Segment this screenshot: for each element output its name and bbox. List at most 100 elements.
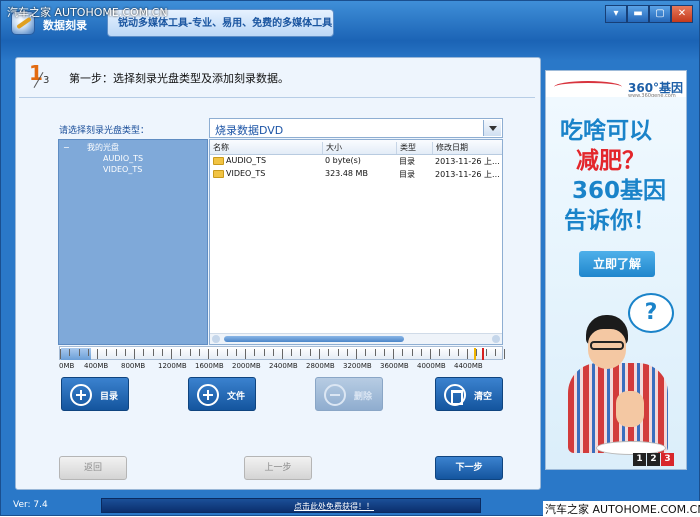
minimize-button[interactable]: ▬ xyxy=(627,5,649,23)
prev-step-button[interactable]: 上一步 xyxy=(244,456,312,480)
capacity-tick xyxy=(402,349,403,356)
folder-icon xyxy=(213,157,224,165)
tree-item-video-ts[interactable]: VIDEO_TS xyxy=(103,165,142,174)
capacity-tick xyxy=(486,349,487,356)
step-total: 3 xyxy=(43,75,50,86)
capacity-tick xyxy=(180,349,181,356)
scroll-left-icon[interactable] xyxy=(212,335,220,343)
column-header-date[interactable]: 修改日期 xyxy=(432,142,468,154)
capacity-tick xyxy=(162,349,163,356)
capacity-tick-label: 400MB xyxy=(84,362,109,370)
chevron-down-icon[interactable] xyxy=(483,120,501,136)
dna-wave-icon xyxy=(554,81,622,93)
capacity-tick-label: 2400MB xyxy=(269,362,298,370)
column-header-type[interactable]: 类型 xyxy=(396,142,416,154)
capacity-tick xyxy=(143,349,144,356)
capacity-fill xyxy=(61,348,91,360)
folder-icon xyxy=(213,170,224,178)
ad-page-1[interactable]: 1 xyxy=(633,453,646,466)
add-directory-button[interactable]: 目录 xyxy=(61,377,129,411)
step-separator xyxy=(19,97,535,98)
capacity-tick xyxy=(439,349,440,356)
add-file-label: 文件 xyxy=(227,392,246,402)
window-controls: ▾ ▬ ▢ ✕ xyxy=(605,5,693,23)
capacity-tick xyxy=(69,349,70,356)
column-header-size[interactable]: 大小 xyxy=(322,142,342,154)
main-window: 数据刻录 锐动多媒体工具-专业、易用、免费的多媒体工具 ▾ ▬ ▢ ✕ 汽车之家… xyxy=(0,0,700,517)
capacity-tick xyxy=(384,349,385,356)
capacity-gauge: 0MB 400MB 800MB 1200MB 1600MB 2000MB 2400MB 280… xyxy=(59,346,505,372)
watermark-top: 汽车之家 AUTOHOME.COM.CN xyxy=(7,6,168,19)
capacity-tick xyxy=(171,349,172,359)
capacity-tick xyxy=(328,349,329,356)
capacity-tick xyxy=(319,349,320,359)
capacity-tick xyxy=(79,349,80,356)
ad-page-2[interactable]: 2 xyxy=(647,453,660,466)
back-button[interactable]: 返回 xyxy=(59,456,127,480)
capacity-tick xyxy=(458,349,459,356)
horizontal-scrollbar[interactable] xyxy=(210,333,502,344)
ad-arm xyxy=(616,391,644,427)
scroll-right-icon[interactable] xyxy=(492,335,500,343)
file-size: 323.48 MB xyxy=(325,169,368,178)
capacity-limit-marker xyxy=(482,348,484,360)
close-button[interactable]: ✕ xyxy=(671,5,693,23)
ad-banner[interactable]: 360°基因 www.360gene.com 吃啥可以 减肥？ 360基因 告诉… xyxy=(545,70,687,470)
capacity-tick xyxy=(134,349,135,359)
ad-learn-more-button[interactable]: 立即了解 xyxy=(579,251,655,277)
capacity-tick xyxy=(153,349,154,356)
next-step-button[interactable]: 下一步 xyxy=(435,456,503,480)
capacity-track xyxy=(59,346,505,360)
capacity-tick-label: 4400MB xyxy=(454,362,483,370)
step-indicator: 1 3 xyxy=(29,61,57,91)
capacity-tick xyxy=(347,349,348,356)
capacity-tick xyxy=(245,349,246,359)
capacity-tick-label: 800MB xyxy=(121,362,146,370)
question-bubble-icon: ? xyxy=(628,293,674,333)
promo-bar[interactable]: 点击此处免费获得！！ xyxy=(101,498,481,513)
clear-button[interactable]: 清空 xyxy=(435,377,503,411)
capacity-tick xyxy=(236,349,237,356)
promo-link[interactable]: 点击此处免费获得！！ xyxy=(294,501,374,512)
capacity-tick xyxy=(393,349,394,359)
add-directory-label: 目录 xyxy=(100,392,119,402)
plus-icon xyxy=(70,384,92,406)
ad-glasses xyxy=(590,341,624,350)
step-instruction: 第一步：选择刻录光盘类型及添加刻录数据。 xyxy=(69,72,289,85)
capacity-tick xyxy=(476,349,477,356)
tree-collapse-icon[interactable]: − xyxy=(63,143,70,152)
table-row[interactable]: VIDEO_TS 323.48 MB 目录 2013-11-26 上... xyxy=(210,168,502,181)
maximize-button[interactable]: ▢ xyxy=(649,5,671,23)
tree-root-my-disc[interactable]: 我的光盘 xyxy=(87,142,119,153)
disc-type-select[interactable]: 烧录数据DVD xyxy=(209,118,503,138)
capacity-tick xyxy=(300,349,301,356)
capacity-tick xyxy=(365,349,366,356)
version-label: Ver: 7.4 xyxy=(13,500,48,510)
capacity-tick xyxy=(338,349,339,356)
capacity-tick-label: 2000MB xyxy=(232,362,261,370)
capacity-tick xyxy=(310,349,311,356)
capacity-tick-label: 2800MB xyxy=(306,362,335,370)
capacity-tick xyxy=(106,349,107,356)
table-row[interactable]: AUDIO_TS 0 byte(s) 目录 2013-11-26 上... xyxy=(210,155,502,168)
capacity-tick xyxy=(421,349,422,356)
capacity-tick xyxy=(356,349,357,359)
disc-tree[interactable]: − 我的光盘 AUDIO_TS VIDEO_TS xyxy=(58,139,208,345)
delete-button[interactable]: 删除 xyxy=(315,377,383,411)
ad-headline-3: 360基因 xyxy=(572,178,667,204)
clear-label: 清空 xyxy=(474,392,493,402)
file-type: 目录 xyxy=(399,157,415,166)
capacity-tick xyxy=(375,349,376,356)
menu-dropdown-button[interactable]: ▾ xyxy=(605,5,627,23)
capacity-tick-label: 0MB xyxy=(59,362,75,370)
scroll-thumb[interactable] xyxy=(224,336,404,342)
capacity-tick xyxy=(449,349,450,356)
tree-item-audio-ts[interactable]: AUDIO_TS xyxy=(103,154,143,163)
column-header-name[interactable]: 名称 xyxy=(210,142,229,154)
file-list[interactable]: 名称 大小 类型 修改日期 AUDIO_TS 0 byte(s) 目录 2013… xyxy=(209,139,503,345)
add-file-button[interactable]: 文件 xyxy=(188,377,256,411)
capacity-tick-label: 3600MB xyxy=(380,362,409,370)
capacity-warning-marker xyxy=(474,348,476,360)
ad-page-3[interactable]: 3 xyxy=(661,453,674,466)
capacity-tick-label: 1200MB xyxy=(158,362,187,370)
